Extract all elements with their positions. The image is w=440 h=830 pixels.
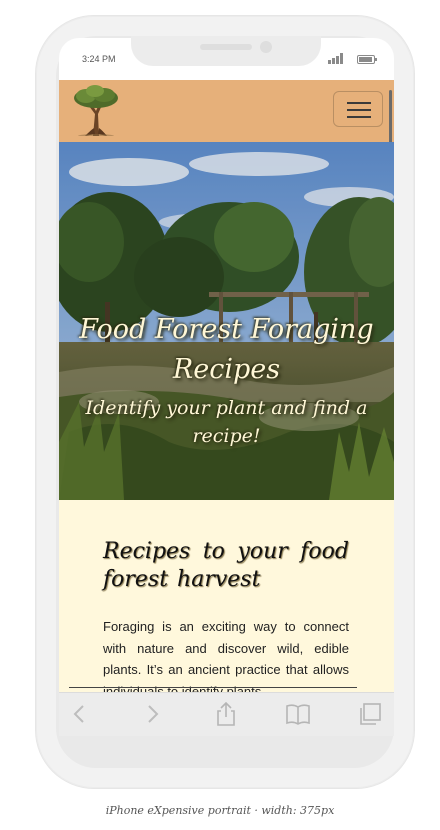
- bookmarks-icon[interactable]: [285, 701, 311, 727]
- intro-paragraph: Foraging is an exciting way to connect w…: [103, 619, 349, 692]
- battery-icon: [357, 55, 377, 64]
- browser-viewport: Food Forest Foraging Recipes Identify yo…: [59, 80, 394, 692]
- section-heading: Recipes to your food forest harvest: [103, 539, 349, 592]
- signal-icon: [328, 53, 346, 64]
- back-icon[interactable]: [67, 701, 93, 727]
- share-icon[interactable]: [213, 701, 239, 727]
- front-camera: [260, 41, 272, 53]
- tree-logo-icon[interactable]: [71, 84, 121, 136]
- hero-subtitle: Identify your plant and find a recipe!: [85, 397, 368, 447]
- speaker-grille: [200, 44, 252, 50]
- phone-notch: [131, 36, 321, 66]
- status-time: 3:24 PM: [82, 54, 116, 64]
- divider: [69, 687, 357, 688]
- forward-icon[interactable]: [139, 701, 165, 727]
- device-caption: iPhone eXpensive portrait · width: 375px: [105, 804, 335, 817]
- hamburger-menu-button[interactable]: [333, 91, 383, 127]
- tabs-icon[interactable]: [357, 701, 383, 727]
- hero-title: Food Forest Foraging Recipes: [79, 314, 374, 385]
- site-navbar: [59, 80, 394, 158]
- browser-toolbar: [59, 692, 394, 736]
- hero-banner: Food Forest Foraging Recipes Identify yo…: [59, 142, 394, 500]
